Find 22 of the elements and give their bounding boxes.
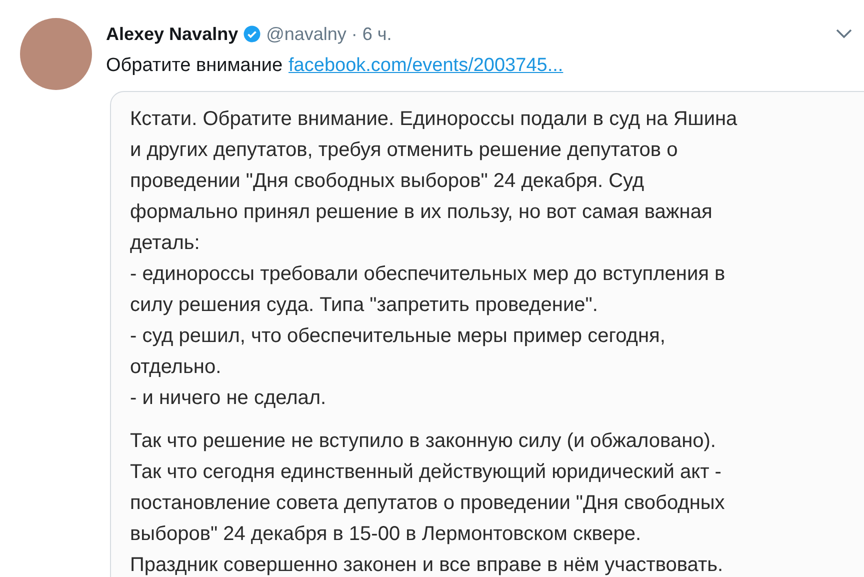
post-text-line: Кстати. Обратите внимание. Единороссы подали в суд на Яшина [130, 106, 738, 132]
author-handle[interactable]: @navalny [266, 20, 346, 48]
post-text-line: и других депутатов, требуя отменить решение депутатов о [130, 138, 679, 162]
author-name[interactable]: Alexey Navalny [106, 20, 238, 48]
post-text-line: - суд решил, что обеспечительные меры пример сегодня, [130, 324, 666, 348]
post-text-line: Так что решение не вступило в законную силу (и обжаловано). [130, 428, 717, 454]
tweet-time[interactable]: 6 ч. [362, 20, 392, 48]
post-text-line: проведении "Дня свободных выборов" 24 декабря. Суд [130, 168, 646, 194]
tweet-text: Обратите внимание [106, 54, 283, 78]
post-text-line: деталь: [130, 230, 201, 256]
post-text-line: - единороссы требовали обеспечительных мер до вступления в [130, 262, 726, 286]
post-text-line: формально принял решение в их пользу, но вот самая важная [130, 200, 714, 224]
post-text-line: постановление совета депутатов о проведении "Дня свободных [130, 490, 726, 516]
post-text-line: выборов" 24 декабря в 15-00 в Лермонтовском сквере. [130, 522, 642, 546]
post-text-line: Праздник совершенно законен и все вправе в нём участвовать. [130, 552, 724, 577]
event-link[interactable]: facebook.com/events/2003745... [288, 52, 564, 80]
post-text-line: Так что сегодня единственный действующий юридический акт - [130, 460, 722, 484]
post-text-line: - и ничего не сделал. [130, 386, 328, 410]
post-text-line: силу решения суда. Типа "запретить проведение". [130, 292, 599, 318]
post-text-line: отдельно. [130, 354, 222, 380]
separator-dot: · [351, 22, 358, 46]
chevron-down-icon[interactable] [836, 29, 852, 39]
